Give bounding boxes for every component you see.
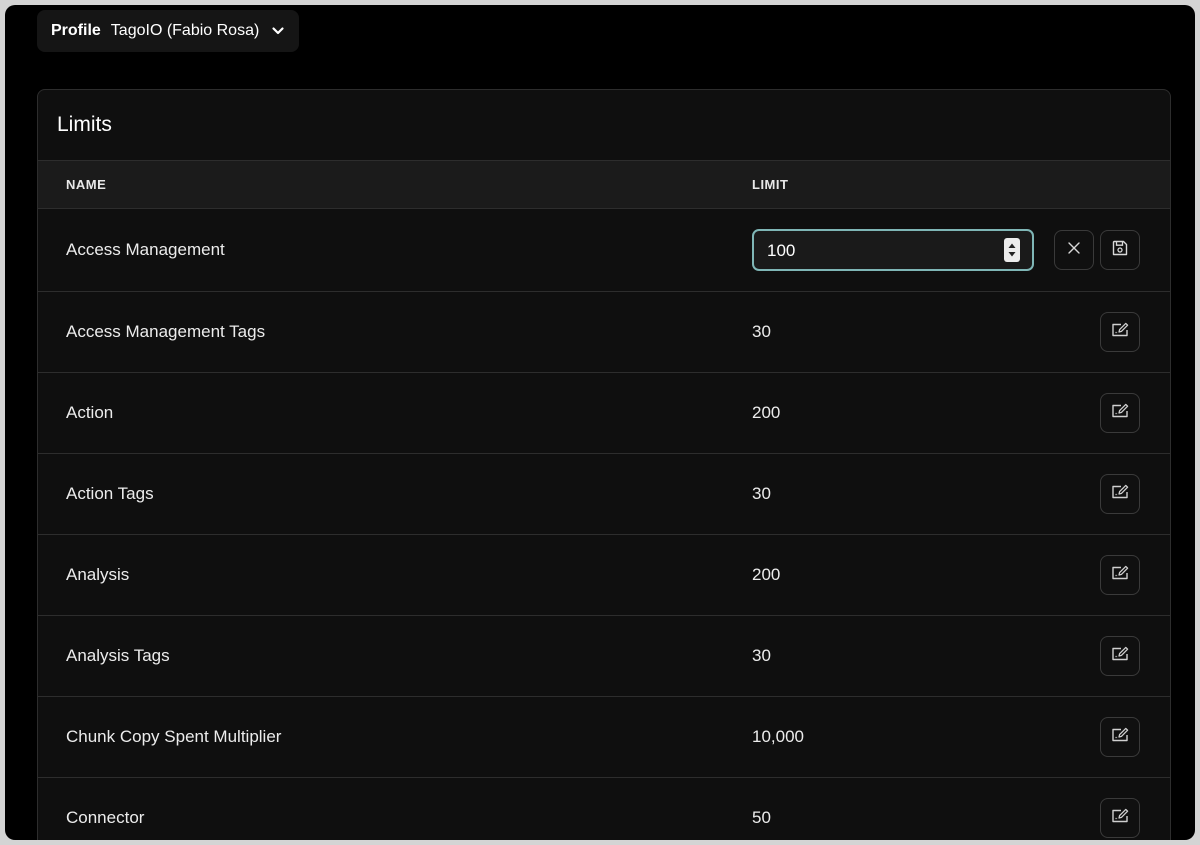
table-row: Action 200 (38, 373, 1170, 454)
edit-button[interactable] (1100, 474, 1140, 514)
edit-icon (1110, 321, 1130, 344)
table-header: NAME LIMIT (38, 161, 1170, 209)
row-name: Access Management (66, 240, 225, 259)
edit-icon (1110, 483, 1130, 506)
app-window: Profile TagoIO (Fabio Rosa) Limits NAME … (5, 5, 1195, 840)
limit-input[interactable] (754, 231, 1009, 271)
limit-input-wrapper (752, 229, 1034, 271)
column-header-limit: LIMIT (752, 177, 789, 192)
edit-icon (1110, 564, 1130, 587)
profile-value: TagoIO (Fabio Rosa) (110, 22, 260, 39)
edit-button[interactable] (1100, 393, 1140, 433)
cancel-button[interactable] (1054, 230, 1094, 270)
row-name: Action Tags (66, 484, 154, 503)
edit-icon (1110, 402, 1130, 425)
limits-title: Limits (38, 90, 1170, 161)
edit-button[interactable] (1100, 312, 1140, 352)
row-name: Analysis (66, 565, 130, 584)
limits-card: Limits NAME LIMIT Access Management 100 … (37, 89, 1171, 840)
row-limit: 200 (752, 403, 781, 422)
number-stepper-icon[interactable] (1004, 238, 1020, 262)
column-header-name: NAME (66, 177, 107, 192)
table-row: Access Management Tags 30 (38, 292, 1170, 373)
save-button[interactable] (1100, 230, 1140, 270)
row-limit: 30 (752, 484, 771, 503)
table-row: Action Tags 30 (38, 454, 1170, 535)
edit-button[interactable] (1100, 636, 1140, 676)
row-name: Chunk Copy Spent Multiplier (66, 727, 282, 746)
profile-label: Profile (51, 22, 101, 39)
close-icon (1066, 240, 1082, 261)
table-row: Analysis 200 (38, 535, 1170, 616)
edit-icon (1110, 807, 1130, 830)
row-name: Access Management Tags (66, 322, 266, 341)
edit-icon (1110, 726, 1130, 749)
table-row: Connector 50 (38, 778, 1170, 840)
row-limit: 200 (752, 565, 781, 584)
edit-button[interactable] (1100, 798, 1140, 838)
row-limit: 30 (752, 322, 771, 341)
row-limit: 10,000 (752, 727, 804, 746)
row-limit: 50 (752, 808, 771, 827)
table-row: Analysis Tags 30 (38, 616, 1170, 697)
row-name: Connector (66, 808, 145, 827)
row-name: Action (66, 403, 114, 422)
table-row-editing: Access Management (38, 209, 1170, 292)
edit-icon (1110, 645, 1130, 668)
chevron-down-icon (271, 24, 285, 38)
edit-button[interactable] (1100, 717, 1140, 757)
profile-selector[interactable]: Profile TagoIO (Fabio Rosa) (37, 10, 299, 52)
table-row: Chunk Copy Spent Multiplier 10,000 (38, 697, 1170, 778)
save-icon (1111, 239, 1129, 262)
row-limit: 30 (752, 646, 771, 665)
edit-button[interactable] (1100, 555, 1140, 595)
row-name: Analysis Tags (66, 646, 170, 665)
